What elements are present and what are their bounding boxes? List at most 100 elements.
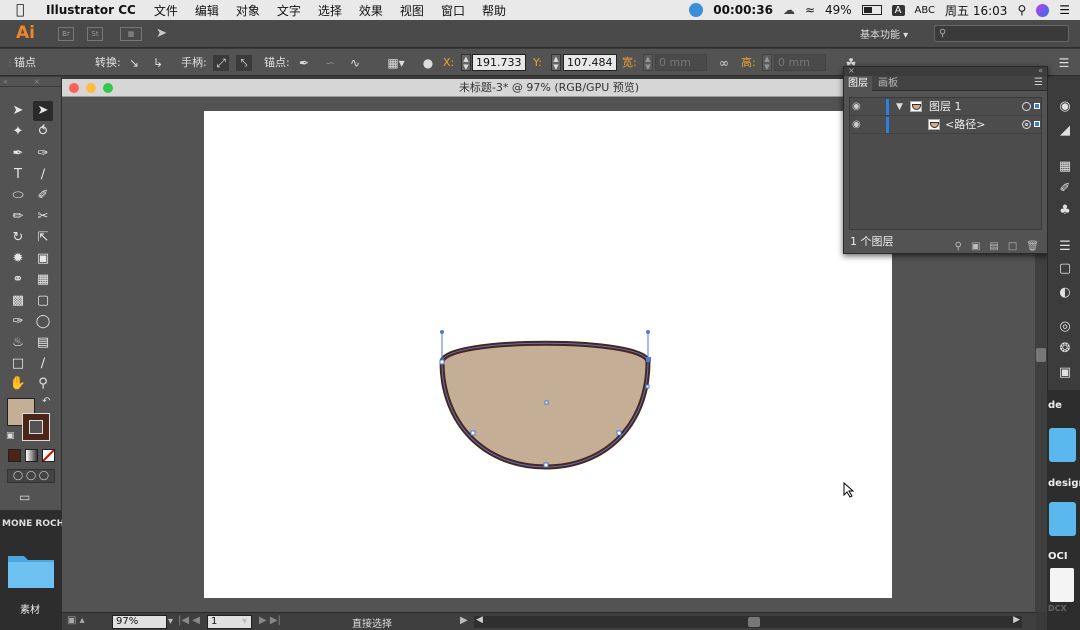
graphic-styles-icon[interactable]: ❂	[1055, 339, 1075, 359]
screen-record-icon[interactable]	[689, 3, 704, 17]
notification-center-icon[interactable]: ☰	[1059, 3, 1070, 17]
swatches-panel-icon[interactable]: ▦	[1055, 157, 1075, 177]
symbol-sprayer-tool-icon[interactable]: ♨	[8, 333, 28, 353]
folder-icon[interactable]	[1049, 428, 1076, 462]
stock-button[interactable]: St	[87, 27, 103, 41]
document-file-icon[interactable]	[1050, 568, 1074, 602]
height-stepper[interactable]: ▲ ▼	[762, 54, 772, 71]
show-handles-icon[interactable]: ⤢	[213, 55, 229, 71]
zoom-tool-icon[interactable]: ⚲	[33, 374, 53, 394]
menu-help[interactable]: 帮助	[482, 2, 506, 19]
path-target-icon[interactable]	[1022, 120, 1031, 129]
anchor-point[interactable]	[616, 430, 622, 436]
rotate-tool-icon[interactable]: ↻	[8, 228, 28, 248]
stroke-panel-icon[interactable]: ☰	[1055, 237, 1075, 257]
brushes-panel-icon[interactable]: ✐	[1055, 179, 1075, 199]
anchor-point[interactable]	[439, 359, 445, 365]
layers-panel-grip[interactable]: × «	[844, 67, 1047, 76]
spotlight-icon[interactable]: ⚲	[1017, 3, 1026, 17]
handle-point-right[interactable]	[646, 330, 650, 334]
clipping-mask-icon[interactable]: ▣	[971, 236, 980, 258]
color-panel-icon[interactable]: ◉	[1055, 97, 1075, 117]
menu-effect[interactable]: 效果	[359, 2, 383, 19]
scissors-tool-icon[interactable]: ✂	[33, 207, 53, 227]
convert-to-corner-icon[interactable]: ↘	[126, 55, 142, 71]
type-tool-icon[interactable]: T	[8, 165, 28, 185]
layer-target-icon[interactable]	[1022, 102, 1031, 111]
folder-icon[interactable]	[6, 550, 56, 590]
color-guide-icon[interactable]: ◢	[1055, 121, 1075, 141]
ellipse-tool-icon[interactable]: ⬭	[8, 186, 28, 206]
status-icon[interactable]: ☁	[783, 3, 795, 17]
screen-mode-icon[interactable]: ▭	[19, 490, 30, 504]
clock[interactable]: 周五 16:03	[945, 2, 1007, 19]
gradient-tool-icon[interactable]: ▢	[33, 291, 53, 311]
close-window-icon[interactable]	[69, 83, 79, 93]
zoom-window-icon[interactable]	[103, 83, 113, 93]
workspace-switcher[interactable]: 基本功能 ▾	[860, 26, 908, 41]
zoom-level-field[interactable]: 97%	[112, 615, 167, 629]
menu-object[interactable]: 对象	[236, 2, 260, 19]
default-fill-stroke-icon[interactable]: ▣	[6, 431, 15, 441]
visibility-eye-icon[interactable]: ◉	[852, 116, 866, 134]
layer-selection-indicator[interactable]	[1034, 103, 1040, 109]
warp-tool-icon[interactable]: ✹	[8, 249, 28, 269]
tab-layers[interactable]: 图层	[844, 76, 872, 91]
battery-icon[interactable]	[861, 5, 882, 15]
convert-to-smooth-icon[interactable]: ↳	[150, 55, 166, 71]
artboard-tool-icon[interactable]: □	[8, 354, 28, 374]
none-mode-icon[interactable]	[42, 449, 55, 462]
app-menu[interactable]: Illustrator CC	[46, 3, 136, 17]
curvature-tool-icon[interactable]: ✑	[33, 144, 53, 164]
lasso-tool-icon[interactable]: ⥀	[33, 122, 53, 142]
first-artboard-icon[interactable]: |◀ ◀	[178, 615, 200, 626]
new-sublayer-icon[interactable]: ▤	[989, 236, 998, 258]
layer-name[interactable]: 图层 1	[929, 98, 962, 116]
menu-window[interactable]: 窗口	[441, 2, 465, 19]
blend-tool-icon[interactable]: ◯	[33, 312, 53, 332]
visibility-eye-icon[interactable]: ◉	[852, 98, 866, 116]
delete-layer-icon[interactable]: 🗑	[1026, 236, 1039, 258]
menu-file[interactable]: 文件	[154, 2, 178, 19]
symbols-panel-icon[interactable]: ♣	[1055, 201, 1075, 221]
search-input[interactable]: ⚲	[934, 25, 1069, 42]
hide-handles-icon[interactable]: ⤣	[236, 55, 252, 71]
layer-row[interactable]: ◉ ▼ 图层 1	[850, 98, 1043, 116]
path-selection-indicator[interactable]	[1034, 121, 1040, 127]
reference-point-icon[interactable]: ●	[420, 55, 436, 71]
arrange-documents-icon[interactable]: ▦	[120, 27, 142, 41]
anchor-point[interactable]	[645, 384, 650, 389]
y-field[interactable]: 107.484 n	[563, 54, 617, 71]
x-stepper[interactable]: ▲ ▼	[461, 54, 471, 71]
apple-menu-icon[interactable]: 	[16, 2, 34, 18]
anchor-point[interactable]	[470, 430, 476, 436]
bridge-button[interactable]: Br	[58, 27, 74, 41]
scroll-left-icon[interactable]: ◀	[476, 615, 483, 625]
menu-edit[interactable]: 编辑	[195, 2, 219, 19]
tab-artboards[interactable]: 画板	[874, 76, 902, 91]
stroke-swatch[interactable]	[22, 413, 50, 441]
artboard-dropdown-icon[interactable]: ▾	[242, 616, 247, 627]
new-layer-icon[interactable]: □	[1008, 236, 1017, 258]
mesh-tool-icon[interactable]: ▩	[8, 291, 28, 311]
line-segment-tool-icon[interactable]: ∕	[33, 165, 53, 185]
status-menu-icon[interactable]: ▶	[460, 615, 468, 626]
paintbrush-tool-icon[interactable]: ✐	[33, 186, 53, 206]
cut-path-icon[interactable]: ∿	[347, 55, 363, 71]
control-bar-grip[interactable]: ⋮	[6, 49, 14, 76]
transparency-panel-icon[interactable]: ◐	[1055, 283, 1075, 303]
menu-type[interactable]: 文字	[277, 2, 301, 19]
swap-fill-stroke-icon[interactable]: ↶	[42, 396, 50, 407]
width-field[interactable]: 0 mm	[655, 54, 707, 71]
next-artboard-icon[interactable]: ▶ ▶|	[259, 615, 281, 626]
slice-tool-icon[interactable]: ∕	[33, 354, 53, 374]
minimize-window-icon[interactable]	[86, 83, 96, 93]
appearance-panel-icon[interactable]: ◎	[1055, 317, 1075, 337]
width-stepper[interactable]: ▲ ▼	[643, 54, 653, 71]
scale-tool-icon[interactable]: ⇱	[33, 228, 53, 248]
selection-tool-icon[interactable]: ➤	[8, 101, 28, 121]
scroll-right-icon[interactable]: ▶	[1013, 615, 1020, 625]
expand-layer-icon[interactable]: ▼	[896, 98, 903, 116]
color-mode-icon[interactable]	[8, 449, 21, 462]
bowl-path[interactable]	[439, 340, 651, 470]
